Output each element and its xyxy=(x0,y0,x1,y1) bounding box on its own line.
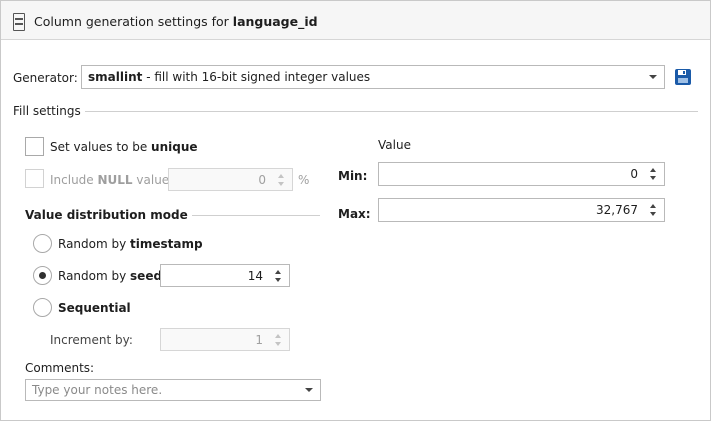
min-label: Min: xyxy=(338,169,368,183)
unique-label-prefix: Set values to be xyxy=(50,140,152,154)
sequential-label: Sequential xyxy=(58,301,131,315)
random-seed-radio[interactable] xyxy=(33,266,52,285)
generator-select[interactable]: smallint - fill with 16-bit signed integ… xyxy=(81,65,665,89)
distribution-mode-label: Value distribution mode xyxy=(25,208,192,222)
title-prefix: Column generation settings for xyxy=(34,14,233,29)
min-value-stepper[interactable]: 0 xyxy=(378,162,665,186)
random-timestamp-label: Random by timestamp xyxy=(58,237,203,251)
include-null-label: Include NULL values xyxy=(50,173,175,187)
random-seed-label: Random by seed xyxy=(58,269,162,283)
generator-name: smallint xyxy=(88,70,143,84)
comments-label: Comments: xyxy=(25,361,95,375)
value-header: Value xyxy=(378,138,411,152)
spin-up-icon[interactable] xyxy=(650,168,656,172)
generator-selected-value: smallint - fill with 16-bit signed integ… xyxy=(88,70,370,84)
include-null-bold: NULL xyxy=(97,173,133,187)
seed-label-prefix: Random by xyxy=(58,269,131,283)
chevron-down-icon[interactable] xyxy=(649,75,657,79)
spin-down-icon[interactable] xyxy=(650,176,656,180)
radio-selected-dot xyxy=(39,272,46,279)
increment-value: 1 xyxy=(255,333,263,347)
column-name: language_id xyxy=(232,14,318,29)
spin-down-icon[interactable] xyxy=(275,342,281,346)
sequential-radio[interactable] xyxy=(33,298,52,317)
percent-sign: % xyxy=(298,173,310,187)
seed-label-bold: seed xyxy=(130,269,163,283)
unique-label-bold: unique xyxy=(151,140,198,154)
min-value: 0 xyxy=(630,167,638,181)
panel-title: Column generation settings for language_… xyxy=(34,14,318,29)
random-timestamp-radio[interactable] xyxy=(33,234,52,253)
chevron-down-icon[interactable] xyxy=(305,388,313,392)
unique-checkbox[interactable] xyxy=(25,137,44,156)
spin-down-icon[interactable] xyxy=(275,278,281,282)
null-percent-value: 0 xyxy=(258,173,266,187)
unique-label: Set values to be unique xyxy=(50,140,198,154)
spin-up-icon[interactable] xyxy=(650,204,656,208)
generator-label: Generator: xyxy=(13,71,78,85)
distribution-divider xyxy=(180,215,320,216)
increment-label: Increment by: xyxy=(50,333,133,347)
increment-stepper[interactable]: 1 xyxy=(160,328,290,351)
spin-down-icon[interactable] xyxy=(650,212,656,216)
include-null-checkbox[interactable] xyxy=(25,169,44,188)
fill-settings-label: Fill settings xyxy=(13,104,85,118)
panel-header: Column generation settings for language_… xyxy=(1,1,710,40)
max-value-stepper[interactable]: 32,767 xyxy=(378,198,665,222)
max-label: Max: xyxy=(338,207,371,221)
seed-value: 14 xyxy=(247,269,263,283)
seed-stepper[interactable]: 14 xyxy=(160,264,290,287)
timestamp-label-prefix: Random by xyxy=(58,237,131,251)
save-icon[interactable] xyxy=(675,69,691,85)
max-value: 32,767 xyxy=(596,203,638,217)
column-settings-icon xyxy=(13,13,25,31)
comments-placeholder: Type your notes here. xyxy=(32,383,163,397)
fill-settings-divider xyxy=(76,111,698,112)
include-null-prefix: Include xyxy=(50,173,98,187)
comments-input[interactable]: Type your notes here. xyxy=(25,379,321,401)
timestamp-label-bold: timestamp xyxy=(130,237,203,251)
null-percent-stepper[interactable]: 0 xyxy=(168,168,293,191)
spin-up-icon[interactable] xyxy=(275,270,281,274)
spin-up-icon[interactable] xyxy=(278,174,284,178)
spin-up-icon[interactable] xyxy=(275,334,281,338)
spin-down-icon[interactable] xyxy=(278,182,284,186)
generator-description: - fill with 16-bit signed integer values xyxy=(142,70,371,84)
